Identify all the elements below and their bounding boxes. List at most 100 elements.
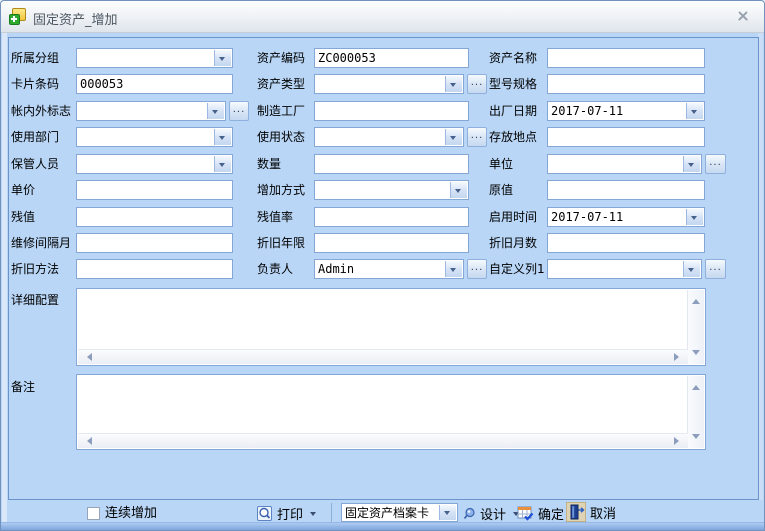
scroll-left-icon[interactable] [83, 437, 92, 445]
residual-rate-label: 残值率 [257, 210, 294, 224]
residual-value-label: 残值 [11, 210, 36, 224]
group-combobox[interactable] [76, 48, 233, 68]
dialog-fixed-asset-add: 固定资产_增加 所属分组 资产编码 ZC000053 资产名称 卡片条码 000… [0, 0, 765, 531]
chevron-down-icon[interactable] [310, 511, 317, 519]
template-combobox[interactable]: 固定资产档案卡 [341, 503, 458, 522]
cancel-button[interactable]: 取消 [566, 502, 616, 522]
chevron-down-icon[interactable] [445, 76, 462, 92]
scroll-right-icon[interactable] [674, 437, 683, 445]
account-flag-combobox[interactable] [76, 101, 226, 121]
asset-type-combobox[interactable] [314, 74, 464, 94]
asset-name-input[interactable] [547, 48, 705, 68]
asset-name-label: 资产名称 [489, 51, 538, 65]
ok-button[interactable]: 确定 [517, 503, 564, 523]
unit-ellipsis-button[interactable]: ... [705, 154, 726, 174]
scroll-left-icon[interactable] [83, 353, 92, 361]
chevron-down-icon[interactable] [214, 156, 231, 172]
title-bar: 固定资产_增加 [1, 1, 764, 33]
asset-type-label: 资产类型 [257, 77, 306, 91]
print-preview-icon [257, 505, 272, 521]
original-value-input[interactable] [547, 180, 705, 200]
chevron-down-icon[interactable] [686, 209, 703, 225]
chevron-down-icon[interactable] [445, 129, 462, 145]
design-button[interactable]: 设计 [463, 503, 520, 523]
chevron-down-icon[interactable] [207, 103, 224, 119]
window-title: 固定资产_增加 [33, 13, 118, 28]
maintenance-interval-label: 维修间隔月 [11, 236, 72, 250]
start-date-picker[interactable]: 2017-07-11 [547, 207, 705, 227]
cancel-label: 取消 [590, 506, 617, 522]
quantity-label: 数量 [257, 157, 282, 171]
detail-config-textarea[interactable] [76, 288, 706, 366]
custodian-combobox[interactable] [76, 154, 233, 174]
ok-label: 确定 [538, 507, 565, 523]
residual-value-input[interactable] [76, 207, 233, 227]
card-barcode-input[interactable]: 000053 [76, 74, 233, 94]
close-icon[interactable] [735, 8, 752, 25]
chevron-down-icon[interactable] [214, 50, 231, 66]
print-label: 打印 [277, 507, 304, 523]
chevron-down-icon[interactable] [445, 261, 462, 277]
use-status-combobox[interactable] [314, 127, 464, 147]
manufacture-date-picker[interactable]: 2017-07-11 [547, 101, 705, 121]
detail-config-label: 详细配置 [11, 293, 60, 307]
account-flag-ellipsis-button[interactable]: ... [229, 101, 249, 121]
add-method-combobox[interactable] [314, 180, 469, 200]
horizontal-scrollbar[interactable] [78, 433, 688, 448]
asset-code-label: 资产编码 [257, 51, 306, 65]
horizontal-scrollbar[interactable] [78, 349, 688, 364]
chevron-down-icon[interactable] [683, 261, 700, 277]
unit-price-input[interactable] [76, 180, 233, 200]
scroll-down-icon[interactable] [692, 350, 700, 359]
chevron-down-icon[interactable] [683, 156, 700, 172]
use-department-combobox[interactable] [76, 127, 233, 147]
unit-price-label: 单价 [11, 183, 36, 197]
manufacturer-input[interactable] [314, 101, 469, 121]
use-status-ellipsis-button[interactable]: ... [467, 127, 487, 147]
manager-ellipsis-button[interactable]: ... [467, 259, 487, 279]
depreciation-years-label: 折旧年限 [257, 236, 306, 250]
custodian-label: 保管人员 [11, 157, 60, 171]
toolbar-separator [331, 503, 332, 522]
chevron-down-icon[interactable] [686, 103, 703, 119]
design-label: 设计 [480, 507, 507, 523]
storage-location-input[interactable] [547, 127, 705, 147]
custom-column1-ellipsis-button[interactable]: ... [705, 259, 726, 279]
vertical-scrollbar[interactable] [687, 376, 704, 448]
scroll-down-icon[interactable] [692, 434, 700, 443]
chevron-down-icon[interactable] [439, 505, 456, 520]
model-spec-label: 型号规格 [489, 77, 538, 91]
chevron-down-icon[interactable] [450, 182, 467, 198]
chevron-down-icon[interactable] [214, 129, 231, 145]
unit-label: 单位 [489, 157, 514, 171]
exit-door-icon [566, 502, 586, 522]
asset-type-ellipsis-button[interactable]: ... [467, 74, 487, 94]
card-barcode-label: 卡片条码 [11, 77, 60, 91]
storage-location-label: 存放地点 [489, 130, 538, 144]
continuous-add-label: 连续增加 [105, 506, 158, 521]
custom-column1-combobox[interactable] [547, 259, 702, 279]
use-department-label: 使用部门 [11, 130, 60, 144]
depreciation-years-input[interactable] [314, 233, 469, 253]
depreciation-months-input[interactable] [547, 233, 705, 253]
maintenance-interval-input[interactable] [76, 233, 233, 253]
grid-check-icon [517, 506, 534, 521]
print-button[interactable]: 打印 [256, 503, 317, 523]
manager-combobox[interactable]: Admin [314, 259, 464, 279]
remarks-textarea[interactable] [76, 374, 706, 450]
start-date-label: 启用时间 [489, 210, 538, 224]
original-value-label: 原值 [489, 183, 514, 197]
asset-code-input[interactable]: ZC000053 [314, 48, 469, 68]
scroll-up-icon[interactable] [692, 295, 700, 304]
residual-rate-input[interactable] [314, 207, 469, 227]
model-spec-input[interactable] [547, 74, 705, 94]
continuous-add-checkbox[interactable] [87, 507, 100, 520]
quantity-input[interactable] [314, 154, 469, 174]
unit-combobox[interactable] [547, 154, 702, 174]
remarks-label: 备注 [11, 380, 36, 394]
scroll-up-icon[interactable] [692, 381, 700, 390]
vertical-scrollbar[interactable] [687, 290, 704, 364]
depreciation-method-input[interactable] [76, 259, 233, 279]
custom-column1-label: 自定义列1 [489, 262, 545, 276]
scroll-right-icon[interactable] [674, 353, 683, 361]
